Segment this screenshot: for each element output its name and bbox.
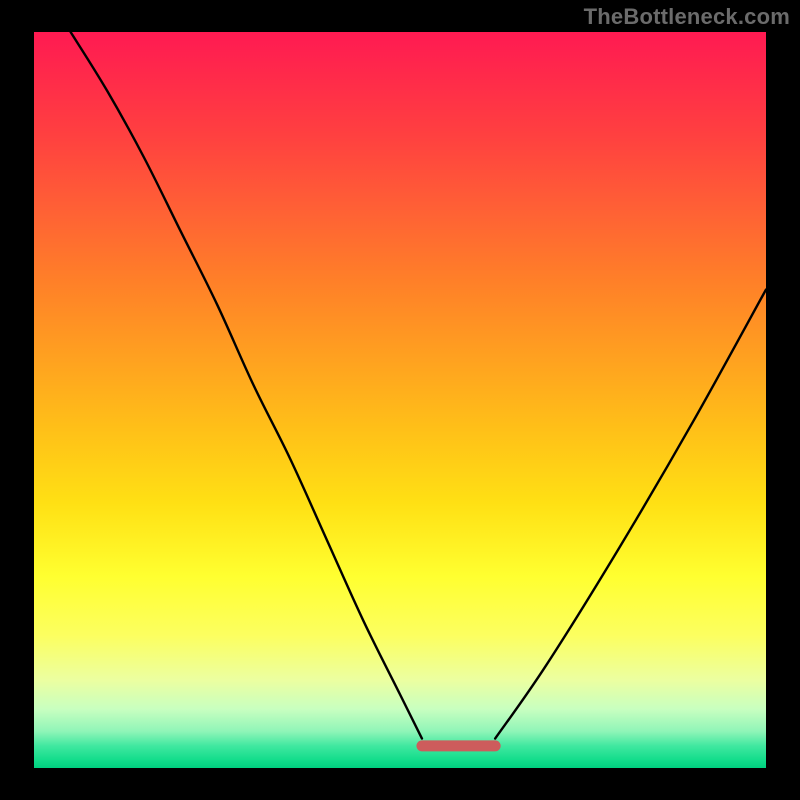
watermark-text: TheBottleneck.com: [584, 4, 790, 30]
curve-layer: [34, 32, 766, 768]
plot-area: [34, 32, 766, 768]
bottleneck-curve-right: [495, 290, 766, 739]
bottleneck-curve-left: [71, 32, 422, 739]
chart-frame: TheBottleneck.com: [0, 0, 800, 800]
